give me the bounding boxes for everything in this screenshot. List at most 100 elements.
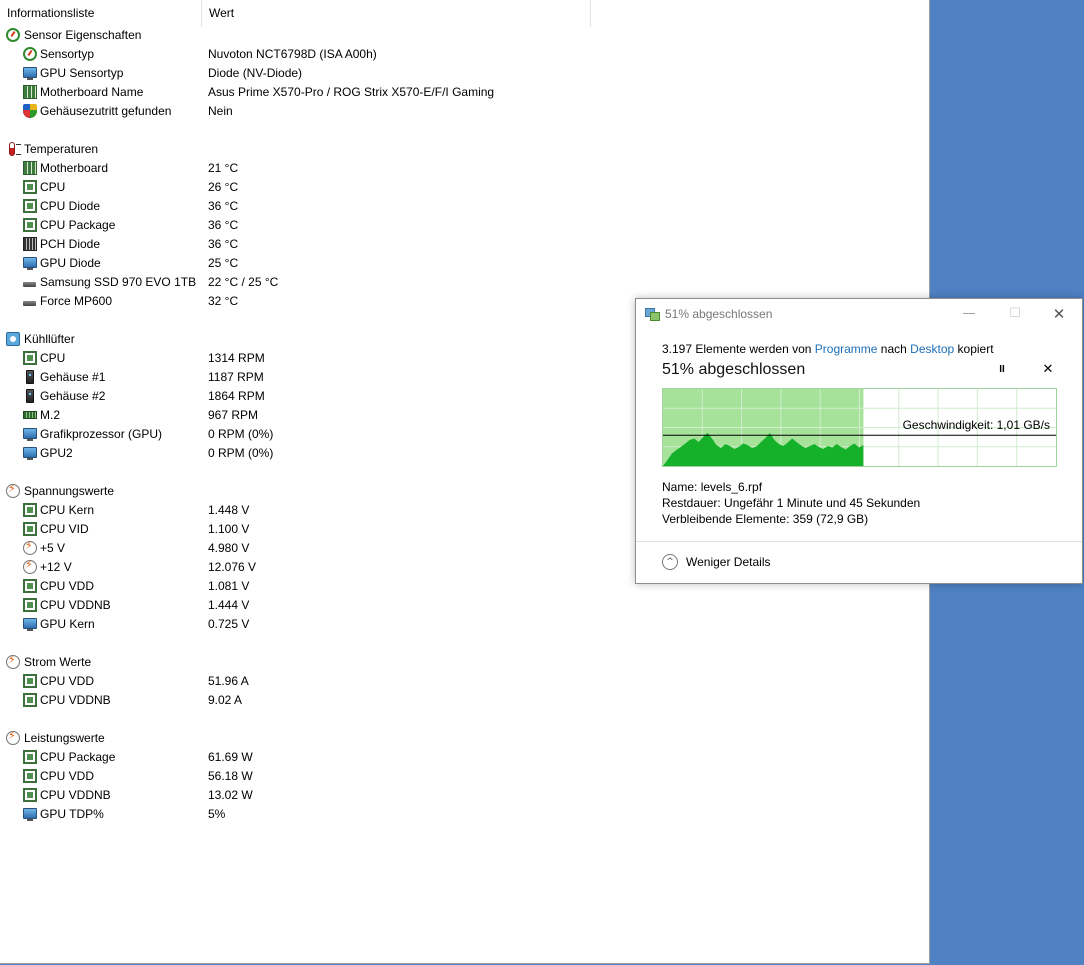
group-title: Strom Werte: [24, 655, 92, 669]
sensor-value: 1314 RPM: [208, 351, 265, 365]
sensor-value: 9.02 A: [208, 693, 243, 707]
cancel-button[interactable]: ✕: [1040, 362, 1056, 378]
sensor-row[interactable]: Sensortyp Nuvoton NCT6798D (ISA A00h): [0, 45, 929, 64]
group-title: Sensor Eigenschaften: [24, 28, 142, 42]
sensor-value: 5%: [208, 807, 226, 821]
column-header-item[interactable]: Informationsliste: [0, 0, 202, 27]
sensor-row[interactable]: Motherboard Name Asus Prime X570-Pro / RO…: [0, 83, 929, 102]
bolt-icon: [23, 558, 37, 574]
chip-icon: [23, 199, 37, 213]
sensor-value: 13.02 W: [208, 788, 253, 802]
pause-button[interactable]: II: [994, 362, 1010, 378]
sensor-value: 4.980 V: [208, 541, 250, 555]
sensor-row[interactable]: GPU Sensortyp Diode (NV-Diode): [0, 64, 929, 83]
group-header[interactable]: Sensor Eigenschaften: [0, 26, 929, 45]
sensor-value: Asus Prime X570-Pro / ROG Strix X570-E/F…: [208, 85, 495, 99]
sensor-label: Force MP600: [40, 294, 113, 308]
maximize-button[interactable]: ☐: [992, 299, 1038, 329]
chip-icon: [23, 788, 37, 802]
sensor-row[interactable]: PCH Diode 36 °C: [0, 235, 929, 254]
ssd-icon: [23, 301, 36, 306]
summary-suffix: kopiert: [954, 342, 994, 356]
monitor-icon: [23, 447, 37, 460]
sensor-value: 1.448 V: [208, 503, 250, 517]
minimize-button[interactable]: —: [946, 299, 992, 329]
chip-icon: [23, 579, 37, 593]
sensor-row[interactable]: CPU VDD 56.18 W: [0, 767, 929, 786]
dialog-titlebar[interactable]: 51% abgeschlossen — ☐ ✕: [636, 299, 1082, 329]
sensor-value: 0.725 V: [208, 617, 250, 631]
chip-icon: [23, 180, 37, 194]
sensor-row[interactable]: CPU 26 °C: [0, 178, 929, 197]
sensor-value: 36 °C: [208, 199, 239, 213]
chip-icon: [23, 598, 37, 612]
case-icon: [26, 370, 34, 384]
monitor-icon: [23, 428, 37, 441]
sensor-row[interactable]: CPU Package 36 °C: [0, 216, 929, 235]
sensor-row[interactable]: CPU Package 61.69 W: [0, 748, 929, 767]
group-title: Leistungswerte: [24, 731, 105, 745]
sensor-label: CPU VDDNB: [40, 693, 111, 707]
sensor-row[interactable]: CPU VDDNB 13.02 W: [0, 786, 929, 805]
summary-prefix: 3.197 Elemente werden von: [662, 342, 815, 356]
sensor-value: 51.96 A: [208, 674, 249, 688]
sensor-row[interactable]: CPU Diode 36 °C: [0, 197, 929, 216]
sensor-value: 1864 RPM: [208, 389, 265, 403]
sensor-value: 36 °C: [208, 218, 239, 232]
sensor-row[interactable]: Samsung SSD 970 EVO 1TB 22 °C / 25 °C: [0, 273, 929, 292]
destination-link[interactable]: Desktop: [910, 342, 954, 356]
sensor-label: Samsung SSD 970 EVO 1TB: [40, 275, 197, 289]
sensor-label: CPU Diode: [40, 199, 101, 213]
chip-icon: [23, 503, 37, 517]
detail-value: levels_6.rpf: [700, 480, 763, 494]
detail-key: Restdauer:: [662, 496, 721, 510]
sensor-label: CPU VDD: [40, 769, 95, 783]
group-header[interactable]: Temperaturen: [0, 140, 929, 159]
sensor-row[interactable]: GPU Kern 0.725 V: [0, 615, 929, 634]
sensor-row[interactable]: CPU VDD 51.96 A: [0, 672, 929, 691]
sensor-row[interactable]: CPU VDDNB 1.444 V: [0, 596, 929, 615]
group-header[interactable]: Strom Werte: [0, 653, 929, 672]
chip-icon: [23, 750, 37, 764]
case-icon: [26, 389, 34, 403]
group-title: Temperaturen: [24, 142, 99, 156]
detail-line: Name: levels_6.rpf: [662, 479, 920, 495]
gauge-icon: [23, 47, 37, 61]
progress-heading: 51% abgeschlossen: [662, 361, 806, 378]
monitor-icon: [23, 808, 37, 821]
sensor-row[interactable]: GPU TDP% 5%: [0, 805, 929, 824]
detail-line: Restdauer: Ungefähr 1 Minute und 45 Seku…: [662, 495, 920, 511]
sensor-value: 26 °C: [208, 180, 239, 194]
thermometer-icon: [9, 142, 21, 156]
group-header[interactable]: Leistungswerte: [0, 729, 929, 748]
source-link[interactable]: Programme: [815, 342, 878, 356]
sensor-label: GPU Kern: [40, 617, 95, 631]
detail-line: Verbleibende Elemente: 359 (72,9 GB): [662, 511, 920, 527]
less-details-label: Weniger Details: [686, 555, 771, 569]
sensor-row[interactable]: Motherboard 21 °C: [0, 159, 929, 178]
sensor-value: 32 °C: [208, 294, 239, 308]
sensor-label: CPU VID: [40, 522, 89, 536]
sensor-label: GPU2: [40, 446, 73, 460]
dialog-title: 51% abgeschlossen: [665, 307, 773, 321]
ssd-icon: [23, 282, 36, 287]
list-header: Informationsliste Wert: [0, 0, 929, 27]
sensor-value: 0 RPM (0%): [208, 427, 274, 441]
column-header-value[interactable]: Wert: [202, 0, 591, 27]
speed-graph: Geschwindigkeit: 1,01 GB/s: [662, 388, 1057, 467]
close-button[interactable]: ✕: [1036, 299, 1082, 329]
sensor-row[interactable]: Gehäusezutritt gefunden Nein: [0, 102, 929, 121]
chip-icon: [23, 218, 37, 232]
sensor-row[interactable]: CPU VDDNB 9.02 A: [0, 691, 929, 710]
copy-summary: 3.197 Elemente werden von Programme nach…: [662, 342, 994, 356]
ram-icon: [23, 411, 37, 419]
sensor-row[interactable]: GPU Diode 25 °C: [0, 254, 929, 273]
motherboard-icon: [23, 85, 37, 99]
chip-icon: [23, 674, 37, 688]
sensor-label: CPU Kern: [40, 503, 95, 517]
fan-icon: [6, 332, 20, 346]
shield-icon: [23, 104, 37, 118]
group-title: Spannungswerte: [24, 484, 115, 498]
sensor-label: Gehäuse #1: [40, 370, 106, 384]
